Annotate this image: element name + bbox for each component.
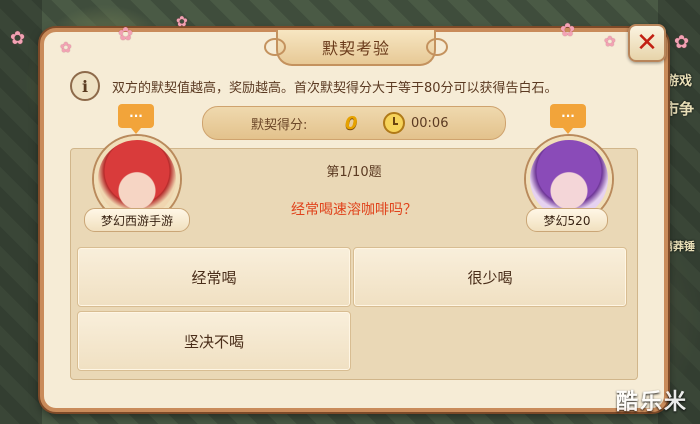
- blossom-decoration: ✿: [604, 34, 616, 50]
- blossom-decoration: ✿: [60, 40, 72, 56]
- player-left-chat-bubble: ···: [118, 104, 154, 134]
- answer-option-1[interactable]: 经常喝: [77, 247, 351, 307]
- player-right-chat-bubble: ···: [550, 104, 586, 134]
- blossom-decoration: ✿: [10, 28, 26, 49]
- answer-option-3[interactable]: 坚决不喝: [77, 311, 351, 371]
- score-label: 默契得分:: [251, 117, 308, 133]
- info-row: i 双方的默契值越高，奖励越高。首次默契得分大于等于80分可以获得告白石。: [70, 70, 650, 102]
- countdown-timer: 00:06: [411, 115, 449, 131]
- blossom-decoration: ✿: [118, 24, 134, 45]
- score-value: 0: [345, 112, 358, 134]
- player-right-name: 梦幻520: [526, 208, 608, 232]
- blossom-decoration: ✿: [674, 32, 690, 53]
- info-icon: i: [70, 71, 100, 101]
- compatibility-test-dialog: 默契考验 i 双方的默契值越高，奖励越高。首次默契得分大于等于80分可以获得告白…: [40, 28, 668, 412]
- close-button[interactable]: ✕: [628, 24, 666, 62]
- player-left: ··· 梦幻西游手游: [80, 104, 190, 234]
- title-ornament-left: [264, 38, 286, 56]
- background-text-right-mid: 市争: [664, 100, 695, 118]
- score-bar: 默契得分: 0 00:06: [202, 106, 506, 140]
- clock-icon: [383, 112, 405, 134]
- player-left-name: 梦幻西游手游: [84, 208, 190, 232]
- dialog-title-plate: 默契考验: [264, 30, 448, 66]
- player-right: ··· 梦幻520: [512, 104, 622, 234]
- answer-option-2[interactable]: 很少喝: [353, 247, 627, 307]
- background-text-right-top: 游戏: [666, 74, 693, 89]
- dialog-title: 默契考验: [321, 39, 390, 58]
- blossom-decoration: ✿: [560, 20, 576, 41]
- title-ornament-right: [426, 38, 448, 56]
- info-text: 双方的默契值越高，奖励越高。首次默契得分大于等于80分可以获得告白石。: [112, 80, 558, 96]
- close-icon: ✕: [636, 28, 658, 58]
- blossom-decoration: ✿: [176, 14, 188, 30]
- watermark-logo: 酷乐米: [615, 390, 688, 415]
- background-left-strip: [0, 0, 42, 424]
